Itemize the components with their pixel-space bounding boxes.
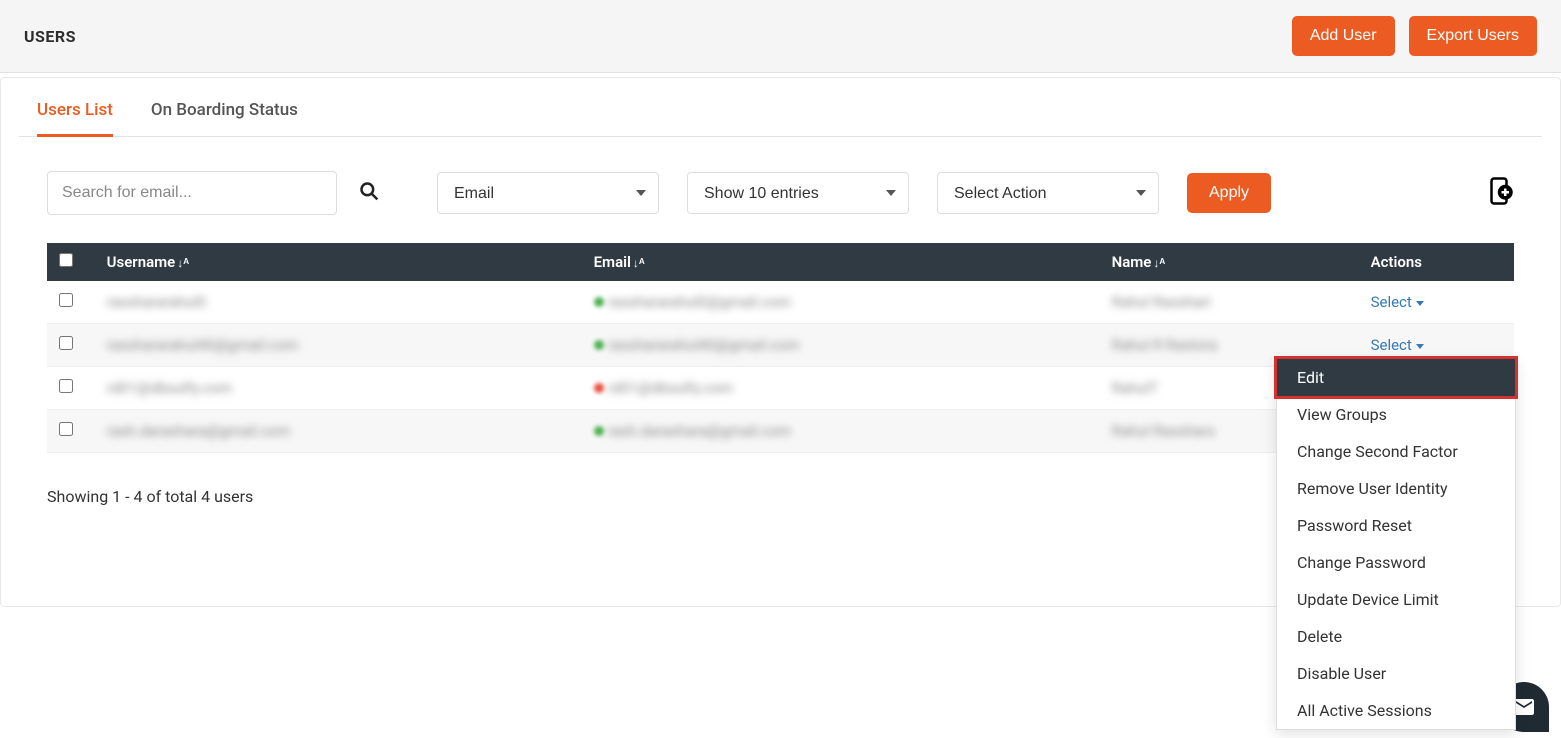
sort-icon: ↓ᴬ bbox=[177, 256, 189, 270]
dropdown-item-update-device-limit[interactable]: Update Device Limit bbox=[1277, 581, 1515, 618]
row-checkbox[interactable] bbox=[59, 379, 73, 393]
chevron-down-icon bbox=[1416, 344, 1424, 349]
tabs: Users List On Boarding Status bbox=[19, 78, 1542, 137]
search-input[interactable] bbox=[47, 171, 337, 215]
tab-onboarding-status[interactable]: On Boarding Status bbox=[151, 100, 298, 136]
add-device-icon[interactable] bbox=[1484, 176, 1514, 210]
row-checkbox[interactable] bbox=[59, 293, 73, 307]
filter-type-select[interactable]: Email bbox=[437, 172, 659, 214]
chevron-down-icon bbox=[1416, 301, 1424, 306]
export-users-button[interactable]: Export Users bbox=[1409, 16, 1537, 56]
select-all-header bbox=[47, 243, 95, 281]
main-panel: Users List On Boarding Status Email Show… bbox=[0, 77, 1561, 607]
name-cell: Rahul R Rastora bbox=[1112, 336, 1218, 354]
status-dot-icon bbox=[594, 297, 604, 307]
users-table-container: Username↓ᴬ Email↓ᴬ Name↓ᴬ Actions rassha… bbox=[19, 243, 1542, 453]
sort-icon: ↓ᴬ bbox=[633, 256, 645, 270]
select-all-checkbox[interactable] bbox=[59, 253, 73, 267]
row-actions-select[interactable]: Select bbox=[1371, 336, 1424, 354]
entries-select[interactable]: Show 10 entries bbox=[687, 172, 909, 214]
username-cell: rasshararahul0 bbox=[107, 293, 206, 311]
name-header[interactable]: Name↓ᴬ bbox=[1100, 243, 1359, 281]
name-cell: RahulT bbox=[1112, 379, 1159, 397]
email-header[interactable]: Email↓ᴬ bbox=[582, 243, 1100, 281]
tab-users-list[interactable]: Users List bbox=[37, 100, 113, 137]
filter-row: Email Show 10 entries Select Action Appl… bbox=[19, 137, 1542, 243]
table-header-row: Username↓ᴬ Email↓ᴬ Name↓ᴬ Actions bbox=[47, 243, 1514, 281]
dropdown-item-remove-user-identity[interactable]: Remove User Identity bbox=[1277, 470, 1515, 507]
dropdown-item-password-reset[interactable]: Password Reset bbox=[1277, 507, 1515, 544]
dropdown-item-view-groups[interactable]: View Groups bbox=[1277, 396, 1515, 433]
status-dot-icon bbox=[594, 383, 604, 393]
header-actions: Add User Export Users bbox=[1292, 16, 1537, 56]
email-cell: rasshararahul40@gmail.com bbox=[608, 336, 800, 354]
email-header-label: Email bbox=[594, 253, 631, 271]
actions-dropdown: EditView GroupsChange Second FactorRemov… bbox=[1276, 358, 1516, 730]
username-header-label: Username bbox=[107, 253, 176, 271]
username-cell: rash.darashara@gmail.com bbox=[107, 422, 291, 440]
sort-icon: ↓ᴬ bbox=[1153, 256, 1165, 270]
row-actions-select[interactable]: Select bbox=[1371, 293, 1424, 311]
status-dot-icon bbox=[594, 340, 604, 350]
table-row: rasshararahul0 rasshararahul0@gmail.com Ra… bbox=[47, 281, 1514, 324]
row-checkbox[interactable] bbox=[59, 422, 73, 436]
results-summary: Showing 1 - 4 of total 4 users bbox=[47, 487, 253, 506]
email-cell: rasshararahul0@gmail.com bbox=[608, 293, 791, 311]
username-cell: rasshararahul40@gmail.com bbox=[107, 336, 299, 354]
dropdown-item-edit[interactable]: Edit bbox=[1277, 359, 1515, 396]
username-cell: rd01@dbsulfy.com bbox=[107, 379, 232, 397]
dropdown-item-disable-user[interactable]: Disable User bbox=[1277, 655, 1515, 692]
dropdown-item-delete[interactable]: Delete bbox=[1277, 618, 1515, 655]
dropdown-item-change-second-factor[interactable]: Change Second Factor bbox=[1277, 433, 1515, 470]
name-header-label: Name bbox=[1112, 253, 1152, 271]
page-title: USERS bbox=[24, 27, 76, 46]
username-header[interactable]: Username↓ᴬ bbox=[95, 243, 582, 281]
status-dot-icon bbox=[594, 426, 604, 436]
name-cell: Rahul Rasshars bbox=[1112, 422, 1215, 440]
email-cell: rash.darashara@gmail.com bbox=[608, 422, 792, 440]
row-checkbox[interactable] bbox=[59, 336, 73, 350]
apply-button[interactable]: Apply bbox=[1187, 173, 1271, 213]
search-icon[interactable] bbox=[359, 181, 379, 206]
dropdown-item-all-active-sessions[interactable]: All Active Sessions bbox=[1277, 692, 1515, 729]
email-cell: rd01@dbsulfy.com bbox=[608, 379, 733, 397]
action-select[interactable]: Select Action bbox=[937, 172, 1159, 214]
header: USERS Add User Export Users bbox=[0, 0, 1561, 73]
actions-header: Actions bbox=[1359, 243, 1514, 281]
name-cell: Rahul Rasshari bbox=[1112, 293, 1211, 311]
dropdown-item-change-password[interactable]: Change Password bbox=[1277, 544, 1515, 581]
add-user-button[interactable]: Add User bbox=[1292, 16, 1395, 56]
